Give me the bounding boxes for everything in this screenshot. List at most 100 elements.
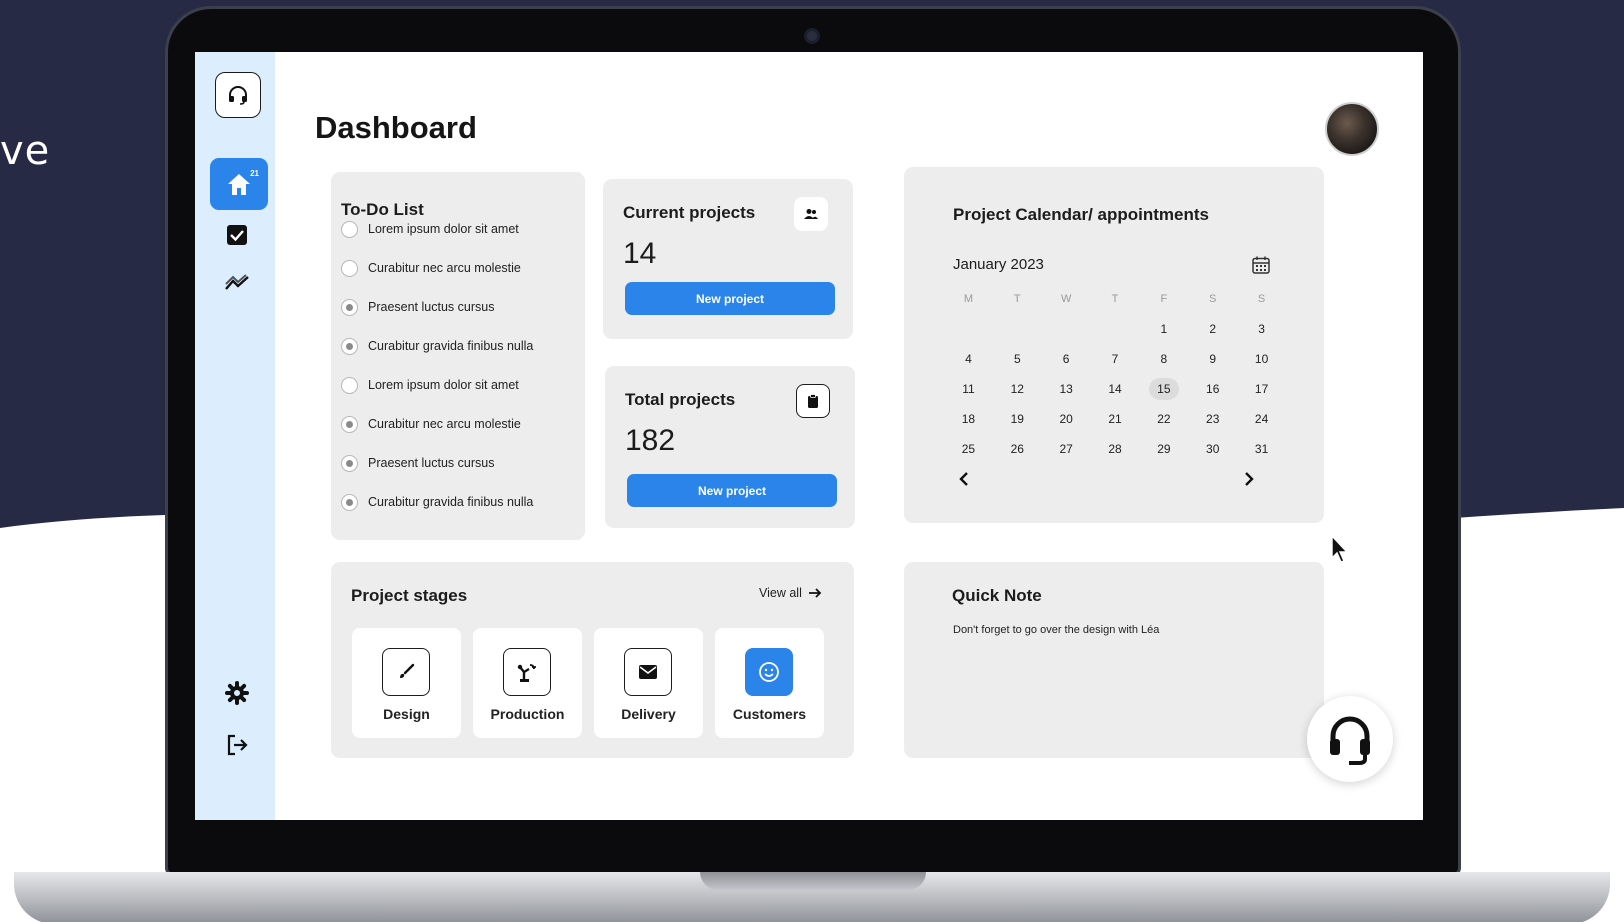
sidebar-item-analytics[interactable]	[220, 266, 254, 300]
stage-label: Customers	[732, 706, 807, 722]
calendar-day[interactable]: 22	[1139, 412, 1188, 426]
calendar-day[interactable]: 10	[1237, 352, 1286, 366]
stage-label: Delivery	[621, 706, 676, 722]
calendar-day[interactable]: 1	[1139, 322, 1188, 336]
calendar-day[interactable]: 25	[944, 442, 993, 456]
calendar-week-row: 18 19 20 21 22 23 24	[944, 404, 1286, 434]
new-project-button[interactable]: New project	[627, 474, 837, 507]
stage-production[interactable]: Production	[473, 628, 582, 738]
todo-item[interactable]: Lorem ipsum dolor sit amet	[341, 219, 519, 239]
calendar-day[interactable]: 27	[1042, 442, 1091, 456]
sidebar-item-tasks[interactable]	[220, 218, 254, 252]
todo-radio[interactable]	[341, 376, 358, 394]
calendar-day[interactable]: 9	[1188, 352, 1237, 366]
todo-item[interactable]: Praesent luctus cursus	[341, 297, 494, 317]
sidebar-item-settings[interactable]	[220, 676, 254, 710]
arrow-right-icon	[808, 588, 822, 598]
logout-icon	[227, 734, 248, 756]
calendar-prev-button[interactable]	[952, 467, 976, 491]
todo-radio[interactable]	[341, 415, 358, 433]
todo-item[interactable]: Curabitur nec arcu molestie	[341, 258, 521, 278]
calendar-day[interactable]: 20	[1042, 412, 1091, 426]
todo-item-label: Lorem ipsum dolor sit amet	[368, 378, 519, 392]
calendar-day[interactable]: 21	[1091, 412, 1140, 426]
todo-radio[interactable]	[341, 337, 358, 355]
calendar-icon[interactable]	[1252, 256, 1270, 274]
stage-label: Production	[490, 706, 565, 722]
todo-item-label: Lorem ipsum dolor sit amet	[368, 222, 519, 236]
checkbox-icon	[227, 225, 247, 245]
current-projects-card: Current projects 14 New project	[603, 179, 853, 339]
weekday-label: M	[963, 293, 974, 305]
calendar-title: Project Calendar/ appointments	[953, 205, 1209, 224]
todo-item[interactable]: Curabitur gravida finibus nulla	[341, 492, 533, 512]
calendar-day[interactable]: 18	[944, 412, 993, 426]
calendar-next-button[interactable]	[1237, 467, 1261, 491]
user-avatar[interactable]	[1325, 102, 1379, 156]
todo-item[interactable]: Praesent luctus cursus	[341, 453, 494, 473]
todo-radio[interactable]	[341, 220, 358, 238]
calendar-day[interactable]: 6	[1042, 352, 1091, 366]
stage-design[interactable]: Design	[352, 628, 461, 738]
current-projects-title: Current projects	[623, 203, 756, 222]
slide-side-text: ve	[0, 128, 51, 174]
sidebar-item-logout[interactable]	[220, 728, 254, 762]
todo-item-label: Praesent luctus cursus	[368, 300, 495, 314]
view-all-link[interactable]: View all	[759, 586, 822, 600]
quick-note-text[interactable]: Don't forget to go over the design with …	[953, 624, 1159, 636]
calendar-day[interactable]: 16	[1188, 382, 1237, 396]
sidebar: 21	[195, 52, 275, 820]
calendar-week-row: 11 12 13 14 15 16 17	[944, 374, 1286, 404]
support-button[interactable]	[1307, 696, 1393, 782]
analytics-icon	[225, 274, 249, 290]
envelope-icon	[624, 648, 672, 696]
todo-radio[interactable]	[341, 298, 358, 316]
calendar-day[interactable]: 4	[944, 352, 993, 366]
calendar-day[interactable]: 24	[1237, 412, 1286, 426]
todo-item[interactable]: Curabitur gravida finibus nulla	[341, 336, 533, 356]
weekday-label: S	[1209, 293, 1217, 305]
todo-item[interactable]: Lorem ipsum dolor sit amet	[341, 375, 519, 395]
calendar-day[interactable]: 12	[993, 382, 1042, 396]
todo-radio[interactable]	[341, 493, 358, 511]
calendar-day[interactable]: 11	[944, 382, 993, 396]
todo-item-label: Curabitur gravida finibus nulla	[368, 495, 534, 509]
calendar-card: Project Calendar/ appointments January 2…	[904, 167, 1324, 523]
page-title: Dashboard	[315, 110, 477, 145]
calendar-day[interactable]: 26	[993, 442, 1042, 456]
weekday-label: T	[1111, 293, 1119, 305]
calendar-day[interactable]: 30	[1188, 442, 1237, 456]
calendar-day[interactable]: 23	[1188, 412, 1237, 426]
clipboard-icon[interactable]	[796, 384, 830, 418]
calendar-day[interactable]: 7	[1091, 352, 1140, 366]
todo-radio[interactable]	[341, 259, 358, 277]
stage-delivery[interactable]: Delivery	[594, 628, 703, 738]
chevron-right-icon	[1245, 472, 1254, 486]
todo-card: To-Do List Lorem ipsum dolor sit amet Cu…	[331, 172, 585, 540]
todo-item[interactable]: Curabitur nec arcu molestie	[341, 414, 521, 434]
calendar-day[interactable]: 13	[1042, 382, 1091, 396]
calendar-day[interactable]: 8	[1139, 352, 1188, 366]
headset-logo-icon[interactable]	[215, 72, 261, 118]
calendar-day[interactable]: 5	[993, 352, 1042, 366]
calendar-day[interactable]: 17	[1237, 382, 1286, 396]
project-stages-title: Project stages	[351, 586, 468, 605]
people-icon[interactable]	[794, 197, 828, 231]
calendar-day[interactable]: 19	[993, 412, 1042, 426]
calendar-day[interactable]: 2	[1188, 322, 1237, 336]
todo-item-label: Curabitur nec arcu molestie	[368, 261, 521, 275]
stage-customers[interactable]: Customers	[715, 628, 824, 738]
calendar-day[interactable]: 14	[1091, 382, 1140, 396]
sidebar-item-home[interactable]: 21	[210, 158, 268, 210]
new-project-button[interactable]: New project	[625, 282, 835, 315]
calendar-day[interactable]: 3	[1237, 322, 1286, 336]
app-screen: 21 Dashboard To-Do List Lorem ipsum dolo…	[195, 52, 1423, 820]
calendar-day-highlighted[interactable]: 15	[1139, 378, 1188, 400]
calendar-day[interactable]: 29	[1139, 442, 1188, 456]
calendar-day[interactable]: 31	[1237, 442, 1286, 456]
brush-icon	[382, 648, 430, 696]
calendar-day[interactable]: 28	[1091, 442, 1140, 456]
todo-radio[interactable]	[341, 454, 358, 472]
view-all-label: View all	[759, 586, 802, 600]
calendar-month: January 2023	[953, 256, 1044, 273]
